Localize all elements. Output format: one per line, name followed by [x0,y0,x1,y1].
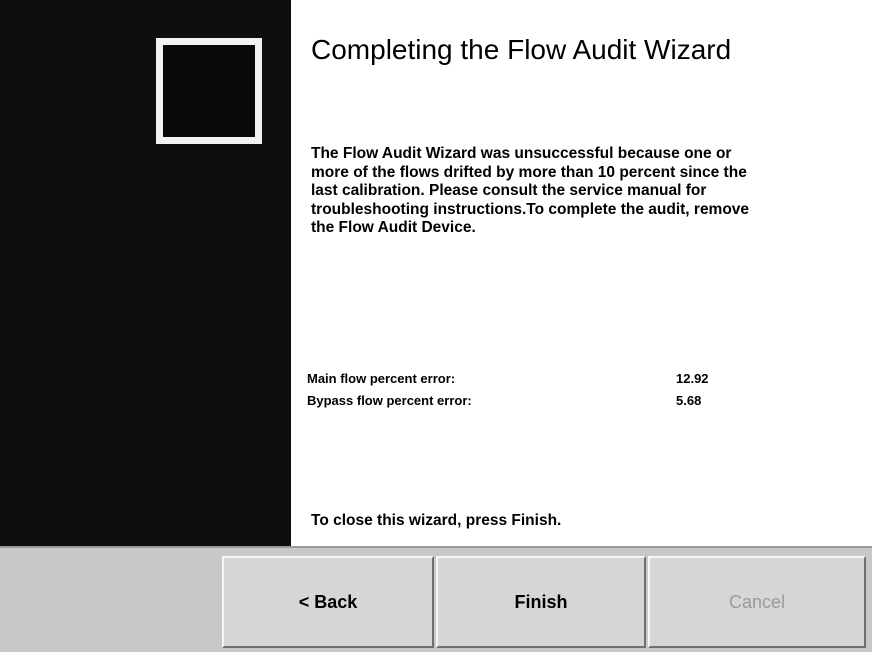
cancel-button[interactable]: Cancel [648,556,866,648]
result-row-main-flow: Main flow percent error: 12.92 [307,368,767,390]
bypass-flow-value: 5.68 [676,393,702,408]
closing-instruction: To close this wizard, press Finish. [311,512,562,529]
wizard-sidebar [0,0,291,546]
main-flow-value: 12.92 [676,371,709,386]
finish-button[interactable]: Finish [436,556,646,648]
wizard-content: Completing the Flow Audit Wizard The Flo… [291,0,872,546]
main-flow-label: Main flow percent error: [307,371,456,386]
wizard-title: Completing the Flow Audit Wizard [311,34,732,65]
result-row-bypass-flow: Bypass flow percent error: 5.68 [307,390,767,412]
back-button[interactable]: < Back [222,556,434,648]
bypass-flow-label: Bypass flow percent error: [307,393,472,408]
wizard-button-bar: < Back Finish Cancel [0,546,872,652]
wizard-message: The Flow Audit Wizard was unsuccessful b… [311,145,750,236]
wizard-logo-frame [156,38,262,144]
flow-results: Main flow percent error: 12.92 Bypass fl… [307,368,767,412]
